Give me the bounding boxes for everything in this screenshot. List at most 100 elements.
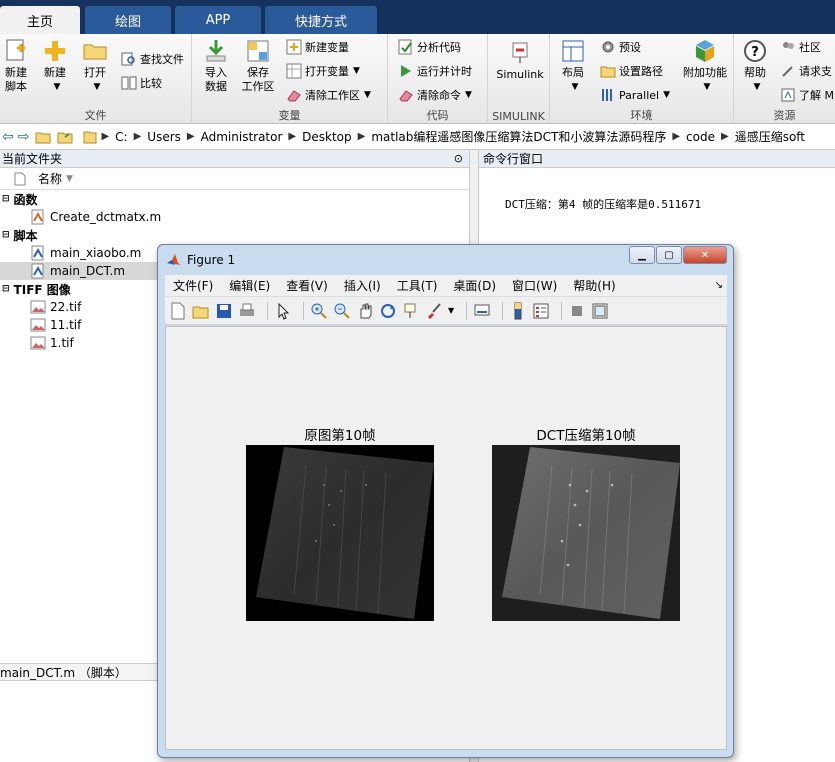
menu-insert[interactable]: 插入(I): [336, 277, 389, 294]
parallel-button[interactable]: Parallel ▼: [600, 86, 670, 104]
open-button[interactable]: 打开 ▼: [80, 38, 110, 94]
layout-button[interactable]: 布局 ▼: [558, 38, 588, 94]
breadcrumb-item[interactable]: Administrator: [195, 130, 289, 144]
browse-folder-icon[interactable]: [57, 129, 73, 145]
open-file-icon[interactable]: [192, 302, 210, 320]
learn-matlab-button[interactable]: 了解 M: [780, 86, 834, 104]
dock-arrow-icon[interactable]: ↘: [715, 280, 723, 291]
menu-view[interactable]: 查看(V): [278, 277, 336, 294]
tab-home[interactable]: 主页: [0, 6, 80, 34]
menu-file[interactable]: 文件(F): [165, 277, 221, 294]
clear-commands-button[interactable]: 清除命令 ▼: [398, 86, 472, 104]
resources-group: ? 帮助 ▼ 社区 请求支 了解 M 资源: [734, 34, 835, 124]
chevron-down-icon: ▼: [353, 66, 360, 76]
workspace-icon: [247, 40, 269, 62]
collapse-icon[interactable]: ⊟: [2, 194, 10, 204]
back-arrow-icon[interactable]: ⇦: [2, 129, 14, 145]
toolbar-separator: [466, 301, 468, 320]
simulink-group-label: SIMULINK: [492, 110, 545, 123]
menu-tools[interactable]: 工具(T): [389, 277, 446, 294]
menu-edit[interactable]: 编辑(E): [221, 277, 278, 294]
set-path-button[interactable]: 设置路径: [600, 62, 663, 80]
show-tools-icon[interactable]: [591, 302, 609, 320]
breadcrumb-item[interactable]: 遥感压缩soft: [729, 128, 811, 145]
dct-compressed-image[interactable]: [492, 445, 680, 621]
run-and-time-button[interactable]: 运行并计时: [398, 62, 472, 80]
new-script-button[interactable]: 新建 脚本: [2, 38, 30, 94]
simulink-button[interactable]: Simulink: [496, 40, 544, 82]
parallel-icon: [602, 89, 612, 101]
panel-menu-icon[interactable]: ⊙: [454, 152, 463, 165]
menu-help[interactable]: 帮助(H): [565, 277, 623, 294]
colorbar-icon[interactable]: [509, 302, 527, 320]
hide-tools-icon[interactable]: [568, 302, 586, 320]
pan-hand-icon[interactable]: [356, 302, 374, 320]
address-bar: ⇦ ⇨ ▶ C: ▶ Users ▶ Administrator ▶ Desktop ▶…: [0, 124, 835, 150]
close-button[interactable]: ✕: [683, 246, 727, 264]
legend-icon[interactable]: [532, 302, 550, 320]
chevron-down-icon: ▼: [53, 82, 61, 92]
original-image[interactable]: [246, 445, 434, 621]
menu-window[interactable]: 窗口(W): [504, 277, 565, 294]
toolbar-separator: [561, 301, 563, 320]
save-workspace-button[interactable]: 保存 工作区: [240, 38, 276, 94]
open-variable-button[interactable]: 打开变量 ▼: [286, 62, 360, 80]
breadcrumb: ▶ C: ▶ Users ▶ Administrator ▶ Desktop ▶ matl…: [101, 128, 811, 145]
brush-icon[interactable]: [425, 302, 443, 320]
file-group: 新建 脚本 新建 ▼ 打开 ▼ 查找文件 比较 文件: [0, 34, 192, 124]
analyze-code-button[interactable]: 分析代码: [398, 38, 461, 56]
breadcrumb-item[interactable]: C:: [109, 130, 133, 144]
collapse-icon[interactable]: ⊟: [2, 230, 10, 240]
community-button[interactable]: 社区: [780, 38, 821, 56]
axes-2-title: DCT压缩第10帧: [536, 428, 636, 444]
find-files-button[interactable]: 查找文件: [121, 50, 184, 68]
new-button[interactable]: 新建 ▼: [40, 38, 70, 94]
new-figure-icon[interactable]: [169, 302, 187, 320]
zoom-out-icon[interactable]: [333, 302, 351, 320]
script-file-icon: [31, 245, 44, 261]
group-scripts[interactable]: ⊟ 脚本: [0, 226, 469, 244]
chevron-down-icon: ▼: [465, 90, 472, 100]
save-icon[interactable]: [215, 302, 233, 320]
minimize-button[interactable]: ▁: [629, 246, 655, 264]
help-button[interactable]: ? 帮助 ▼: [740, 38, 770, 94]
data-cursor-icon[interactable]: [402, 302, 420, 320]
breadcrumb-item[interactable]: matlab编程遥感图像压缩算法DCT和小波算法源码程序: [365, 128, 672, 145]
group-functions[interactable]: ⊟ 函数: [0, 190, 469, 208]
folder-icon: [600, 66, 616, 78]
menu-desktop[interactable]: 桌面(D): [445, 277, 504, 294]
breadcrumb-item[interactable]: Users: [141, 130, 187, 144]
up-folder-icon[interactable]: [35, 129, 51, 145]
link-plot-icon[interactable]: [473, 302, 491, 320]
figure-window[interactable]: Figure 1 ▁ ▢ ✕ 文件(F) 编辑(E) 查看(V) 插入(I) 工…: [157, 244, 734, 758]
breadcrumb-item[interactable]: Desktop: [296, 130, 358, 144]
file-create-dctmatx[interactable]: Create_dctmatx.m: [0, 208, 469, 226]
forward-arrow-icon[interactable]: ⇨: [18, 129, 30, 145]
tab-shortcuts[interactable]: 快捷方式: [265, 6, 377, 34]
pointer-icon[interactable]: [274, 302, 292, 320]
tab-apps[interactable]: APP: [175, 6, 261, 34]
run-time-icon: [401, 65, 411, 77]
collapse-icon[interactable]: ⊟: [2, 284, 10, 294]
import-data-button[interactable]: 导入 数据: [202, 38, 230, 94]
new-variable-button[interactable]: 新建变量: [286, 38, 349, 56]
breadcrumb-item[interactable]: code: [680, 130, 721, 144]
import-icon: [206, 40, 226, 62]
clear-workspace-button[interactable]: 清除工作区 ▼: [286, 86, 371, 104]
addons-button[interactable]: 附加功能 ▼: [680, 38, 730, 94]
figure-canvas[interactable]: 原图第10帧 DCT压缩第10帧: [165, 326, 727, 750]
maximize-button[interactable]: ▢: [656, 246, 682, 264]
help-icon: ?: [744, 40, 766, 62]
tab-plots[interactable]: 绘图: [85, 6, 171, 34]
print-icon[interactable]: [238, 302, 256, 320]
name-column-header[interactable]: 名称 ▼: [0, 168, 469, 190]
zoom-in-icon[interactable]: [310, 302, 328, 320]
toolstrip-tabs: 主页 绘图 APP 快捷方式: [0, 0, 835, 34]
request-support-button[interactable]: 请求支: [780, 62, 832, 80]
brush-dropdown-icon[interactable]: ▼: [448, 306, 454, 315]
compare-button[interactable]: 比较: [121, 74, 162, 92]
open-variable-icon: [286, 63, 302, 79]
preferences-button[interactable]: 预设: [600, 38, 641, 56]
analyze-icon: [398, 39, 412, 55]
rotate-3d-icon[interactable]: [379, 302, 397, 320]
